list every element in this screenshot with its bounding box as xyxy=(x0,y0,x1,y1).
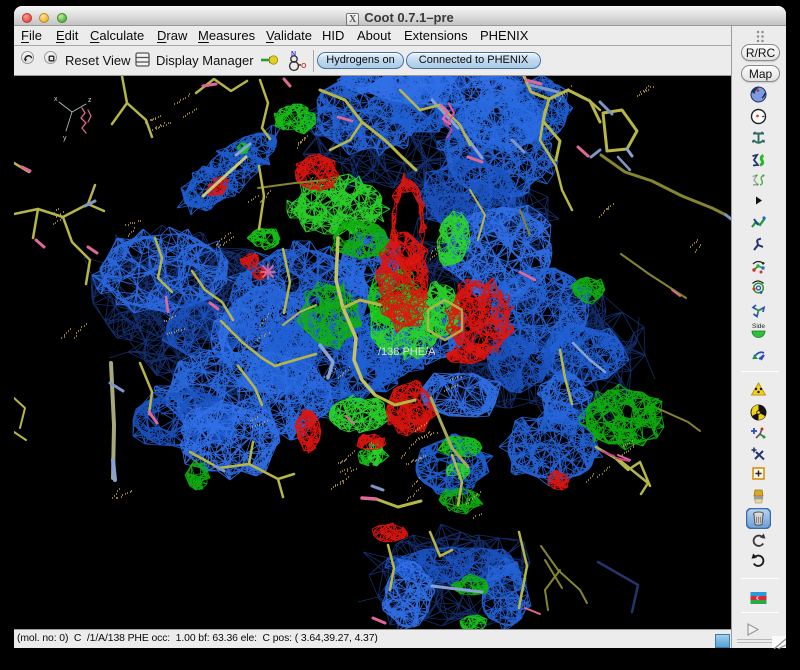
svg-text:z: z xyxy=(88,97,92,104)
svg-text:y: y xyxy=(63,135,67,142)
svg-text:/138 PHE/A: /138 PHE/A xyxy=(378,346,436,358)
svg-text:x: x xyxy=(54,96,58,103)
svg-text:Side: Side xyxy=(752,323,765,330)
svg-text:O: O xyxy=(301,63,307,70)
